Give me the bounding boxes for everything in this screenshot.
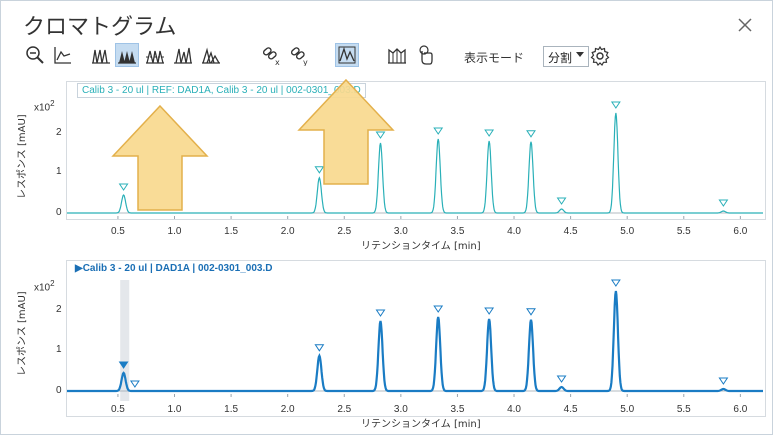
panel2-x-tick-label: 3.0 bbox=[394, 404, 408, 415]
panel2-x-tick-label: 4.0 bbox=[507, 404, 521, 415]
panel2-x-tick-label: 4.5 bbox=[564, 404, 578, 415]
peak-marker[interactable] bbox=[526, 308, 536, 316]
chromatogram-window: クロマトグラム x y 表示モード 分割 レスポンス [mAU] x102 Ca… bbox=[0, 0, 773, 435]
panel2-x-tick-label: 2.5 bbox=[337, 404, 351, 415]
peak-marker[interactable] bbox=[718, 377, 729, 385]
panel2-x-tick-label: 5.5 bbox=[677, 404, 691, 415]
chromatogram-trace bbox=[67, 290, 763, 393]
panel2-x-tick-label: 1.5 bbox=[224, 404, 238, 415]
panel2-x-tick-label: 1.0 bbox=[168, 404, 182, 415]
panel2-chart: 0.5 1.0 1.5 2.0 2.5 3.0 3.5 4.0 4.5 5.0 5.5 6.0 bbox=[67, 279, 763, 415]
peak-marker[interactable] bbox=[484, 307, 495, 315]
panel2-x-tick-label: 3.5 bbox=[450, 404, 464, 415]
peak-marker[interactable] bbox=[375, 309, 386, 317]
peak-marker[interactable] bbox=[129, 380, 140, 388]
peak-marker[interactable] bbox=[433, 305, 444, 313]
peak-marker[interactable] bbox=[556, 375, 567, 383]
panel2-x-tick-label: 5.0 bbox=[620, 404, 634, 415]
panel2-x-tick-label: 0.5 bbox=[111, 404, 125, 415]
peak-marker[interactable] bbox=[610, 279, 621, 287]
annotation-arrow-1 bbox=[111, 104, 209, 211]
panel2-x-tick-label: 2.0 bbox=[281, 404, 295, 415]
annotation-arrow-2 bbox=[297, 78, 395, 185]
peak-marker[interactable] bbox=[314, 344, 325, 352]
panel2-x-axis-label: リテンションタイム [min] bbox=[361, 419, 481, 430]
panel2-x-tick-label: 6.0 bbox=[733, 404, 747, 415]
